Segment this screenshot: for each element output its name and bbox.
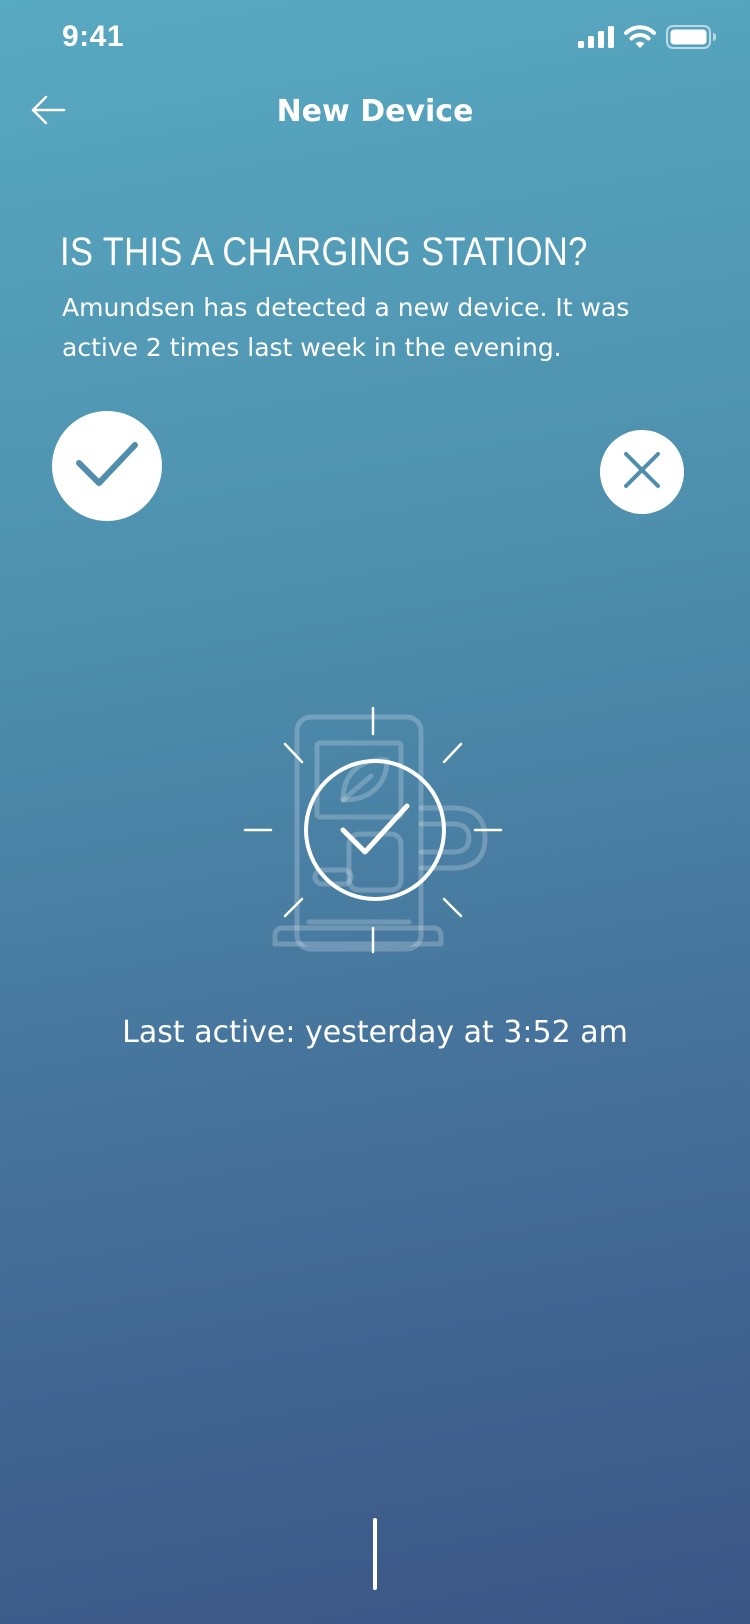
- close-icon: [623, 451, 661, 493]
- battery-icon: [666, 25, 716, 53]
- charging-station-icon: [225, 700, 525, 990]
- status-bar: 9:41: [0, 0, 750, 80]
- reject-button[interactable]: [600, 430, 684, 514]
- question-description: Amundsen has detected a new device. It w…: [62, 293, 630, 362]
- checkmark-icon: [75, 439, 139, 493]
- status-time: 9:41: [62, 20, 125, 53]
- home-indicator[interactable]: [373, 1518, 377, 1590]
- nav-bar: New Device: [0, 80, 750, 146]
- question-title: IS THIS A CHARGING STATION?: [60, 230, 588, 274]
- status-icons: [578, 25, 716, 53]
- signal-icon: [578, 26, 614, 52]
- wifi-icon: [624, 25, 656, 53]
- confirm-button[interactable]: [52, 411, 162, 521]
- last-active-text: Last active: yesterday at 3:52 am: [122, 1015, 628, 1050]
- page-title: New Device: [276, 94, 474, 129]
